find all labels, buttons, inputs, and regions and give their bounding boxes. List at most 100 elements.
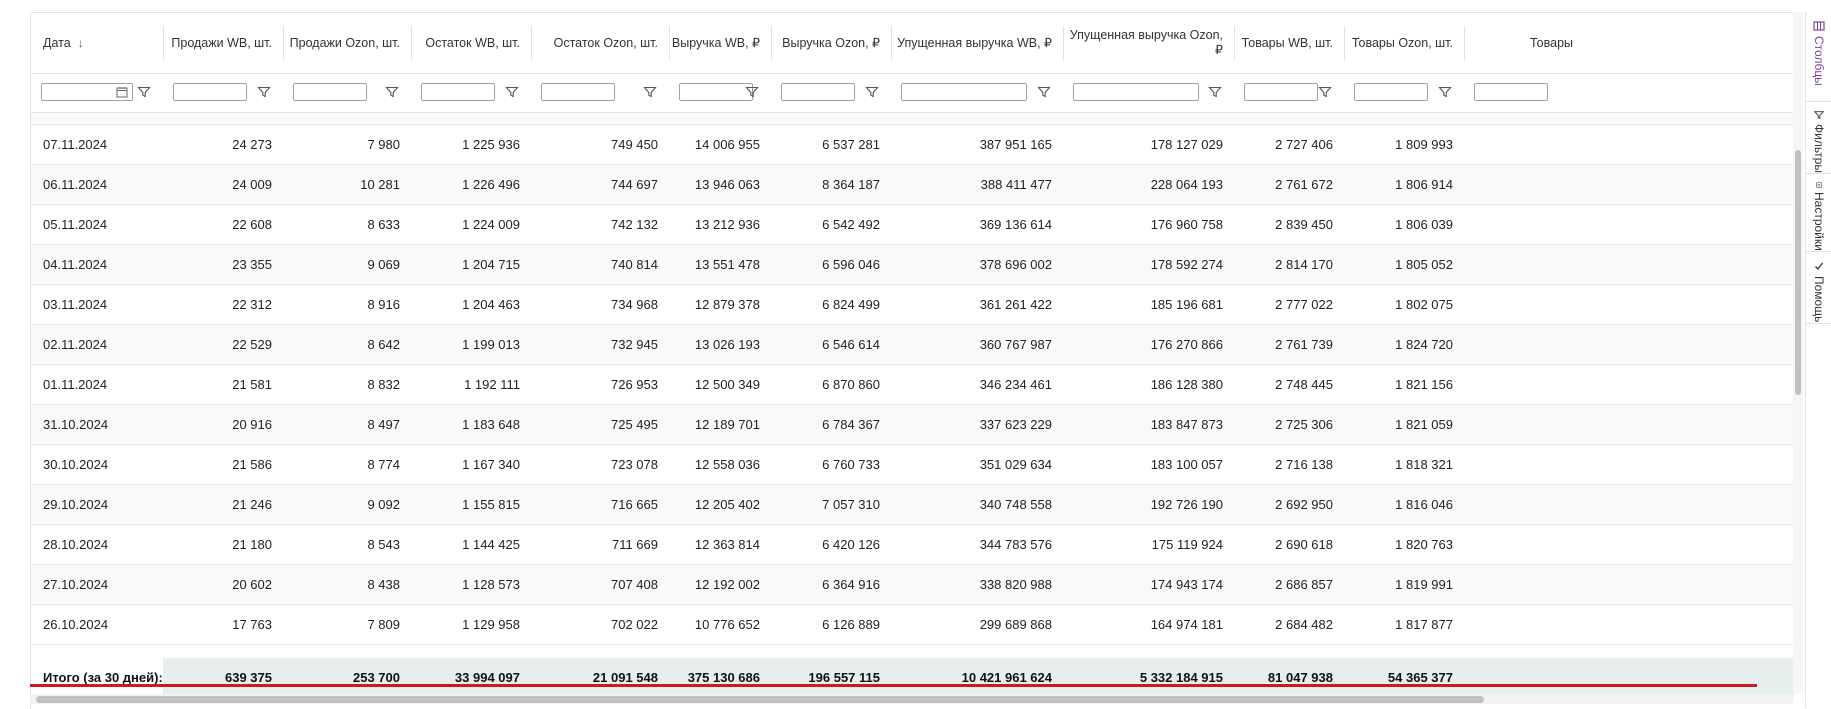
cell-sales-wb: 21 246 [232, 497, 272, 512]
cell-date: 03.11.2024 [43, 297, 108, 312]
filter-icon[interactable] [1438, 85, 1452, 99]
cell-revenue-wb: 14 277 367 [669, 113, 771, 125]
cell-goods-ozon: 1 820 763 [1395, 537, 1453, 552]
column-separator[interactable] [669, 26, 670, 60]
cell-sales-ozon: 10 281 [360, 177, 400, 192]
cell-date: 04.11.2024 [43, 257, 108, 272]
filter-input-revenue-wb[interactable] [679, 83, 753, 101]
column-separator[interactable] [771, 26, 772, 60]
filter-input-lost-revenue-wb[interactable] [901, 83, 1027, 101]
filter-icon[interactable] [1318, 85, 1332, 99]
cell-revenue-wb: 12 558 036 [694, 457, 760, 472]
table-row[interactable]: 02.11.2024 22 529 8 642 1 199 013 732 945 13 … [31, 325, 1794, 365]
sort-down-icon[interactable]: ↓ [78, 36, 84, 51]
filter-icon [1813, 111, 1825, 120]
column-header-goods-wb[interactable]: Товары WB, шт. [1234, 13, 1344, 73]
side-tab-help[interactable]: Помощь [1806, 252, 1831, 324]
filter-input-lost-revenue-ozon[interactable] [1073, 83, 1199, 101]
cell-lost-revenue-ozon: 164 974 181 [1150, 617, 1223, 632]
filter-input-goods-wb[interactable] [1244, 83, 1318, 101]
column-header-lost-revenue-ozon[interactable]: Упущенная выручка Ozon, ₽ [1063, 13, 1234, 73]
column-separator[interactable] [891, 26, 892, 60]
table-row[interactable]: 28.10.2024 21 180 8 543 1 144 425 711 669 12 … [31, 525, 1794, 565]
column-separator[interactable] [531, 26, 532, 60]
vertical-scroll-thumb[interactable] [1795, 150, 1801, 395]
table-row[interactable]: 27.10.2024 20 602 8 438 1 128 573 707 408 12 … [31, 565, 1794, 605]
table-row[interactable]: 04.11.2024 23 355 9 069 1 204 715 740 814 13 … [31, 245, 1794, 285]
side-tab-label: Помощь [1812, 276, 1826, 323]
cell-revenue-ozon: 6 870 860 [822, 377, 880, 392]
grid-body[interactable]: 08.11.202424 7648 7641 235 052745 52414 … [31, 113, 1794, 658]
cell-lost-revenue-wb: 378 696 002 [979, 257, 1052, 272]
column-header-goods[interactable]: Товары [1464, 13, 1584, 73]
cell-sales-ozon: 7 980 [367, 137, 400, 152]
column-header-revenue-ozon[interactable]: Выручка Ozon, ₽ [771, 13, 891, 73]
filter-icon[interactable] [1037, 85, 1051, 99]
cell-date: 05.11.2024 [43, 217, 108, 232]
column-separator[interactable] [1344, 26, 1345, 60]
column-header-sales-ozon[interactable]: Продажи Ozon, шт. [283, 13, 411, 73]
table-row[interactable]: 06.11.2024 24 009 10 281 1 226 496 744 697 13… [31, 165, 1794, 205]
side-tab-columns[interactable]: Столбцы [1806, 12, 1831, 102]
filter-input-stock-ozon[interactable] [541, 83, 615, 101]
column-separator[interactable] [163, 26, 164, 60]
table-row[interactable]: 03.11.2024 22 312 8 916 1 204 463 734 968 12 … [31, 285, 1794, 325]
table-row[interactable]: 08.11.202424 7648 7641 235 052745 52414 … [31, 113, 1794, 125]
column-header-stock-ozon[interactable]: Остаток Ozon, шт. [531, 13, 669, 73]
cell-sales-wb: 22 312 [232, 297, 272, 312]
cell-goods-ozon: 1 816 046 [1395, 497, 1453, 512]
cell-date: 01.11.2024 [43, 377, 108, 392]
filter-input-date[interactable] [41, 83, 133, 101]
column-header-sales-wb[interactable]: Продажи WB, шт. [163, 13, 283, 73]
filter-icon[interactable] [1208, 85, 1222, 99]
filter-input-sales-ozon[interactable] [293, 83, 367, 101]
cell-date: 27.10.2024 [43, 577, 109, 592]
table-row[interactable]: 05.11.2024 22 608 8 633 1 224 009 742 132 13 … [31, 205, 1794, 245]
column-header-lost-revenue-wb[interactable]: Упущенная выручка WB, ₽ [891, 13, 1063, 73]
cell-stock-wb: 1 225 936 [462, 137, 520, 152]
table-row[interactable]: 29.10.2024 21 246 9 092 1 155 815 716 665 12 … [31, 485, 1794, 525]
column-separator[interactable] [1464, 26, 1465, 60]
column-separator[interactable] [1063, 26, 1064, 60]
cell-lost-revenue-wb: 361 261 422 [979, 297, 1052, 312]
table-row[interactable]: 01.11.2024 21 581 8 832 1 192 111 726 953 12 … [31, 365, 1794, 405]
filter-icon[interactable] [745, 85, 759, 99]
column-header-date[interactable]: Дата ↓ [31, 13, 163, 73]
column-header-goods-ozon[interactable]: Товары Ozon, шт. [1344, 13, 1464, 73]
filter-icon[interactable] [385, 85, 399, 99]
table-row[interactable]: 31.10.2024 20 916 8 497 1 183 648 725 495 12 … [31, 405, 1794, 445]
cell-revenue-wb: 13 212 936 [694, 217, 760, 232]
cell-goods-wb: 2 839 450 [1275, 217, 1333, 232]
column-header-stock-wb[interactable]: Остаток WB, шт. [411, 13, 531, 73]
cell-goods-ozon: 1 824 720 [1395, 337, 1453, 352]
column-separator[interactable] [1234, 26, 1235, 60]
column-separator[interactable] [411, 26, 412, 60]
table-row[interactable]: 30.10.2024 21 586 8 774 1 167 340 723 078 12 … [31, 445, 1794, 485]
calendar-icon[interactable] [116, 86, 128, 98]
side-tab-settings[interactable]: Настройки [1806, 174, 1831, 252]
filter-input-goods-ozon[interactable] [1354, 83, 1428, 101]
filter-icon[interactable] [137, 85, 151, 99]
column-header-revenue-wb[interactable]: Выручка WB, ₽ [669, 13, 771, 73]
filter-input-revenue-ozon[interactable] [781, 83, 855, 101]
column-header-label: Товары WB, шт. [1241, 35, 1333, 50]
cell-revenue-wb: 14 006 955 [694, 137, 760, 152]
cell-stock-ozon: 725 495 [611, 417, 658, 432]
filter-input-stock-wb[interactable] [421, 83, 495, 101]
filter-icon[interactable] [643, 85, 657, 99]
cell-lost-revenue-ozon: 185 196 681 [1150, 297, 1223, 312]
filter-input-goods[interactable] [1474, 83, 1548, 101]
column-separator[interactable] [283, 26, 284, 60]
filter-icon[interactable] [505, 85, 519, 99]
table-row[interactable]: 26.10.2024 17 763 7 809 1 129 958 702 022 10 … [31, 605, 1794, 645]
table-row[interactable]: 07.11.2024 24 273 7 980 1 225 936 749 450 14 … [31, 125, 1794, 165]
cell-goods-wb: 2 730 964 [1234, 113, 1344, 125]
cell-goods-wb: 2 761 739 [1275, 337, 1333, 352]
side-tab-filter[interactable]: Фильтры [1806, 102, 1831, 174]
horizontal-scroll-thumb[interactable] [36, 696, 1484, 703]
cell-goods-wb: 2 761 672 [1275, 177, 1333, 192]
filter-input-sales-wb[interactable] [173, 83, 247, 101]
filter-icon[interactable] [865, 85, 879, 99]
totals-label: Итого (за 30 дней): [31, 658, 163, 698]
filter-icon[interactable] [257, 85, 271, 99]
